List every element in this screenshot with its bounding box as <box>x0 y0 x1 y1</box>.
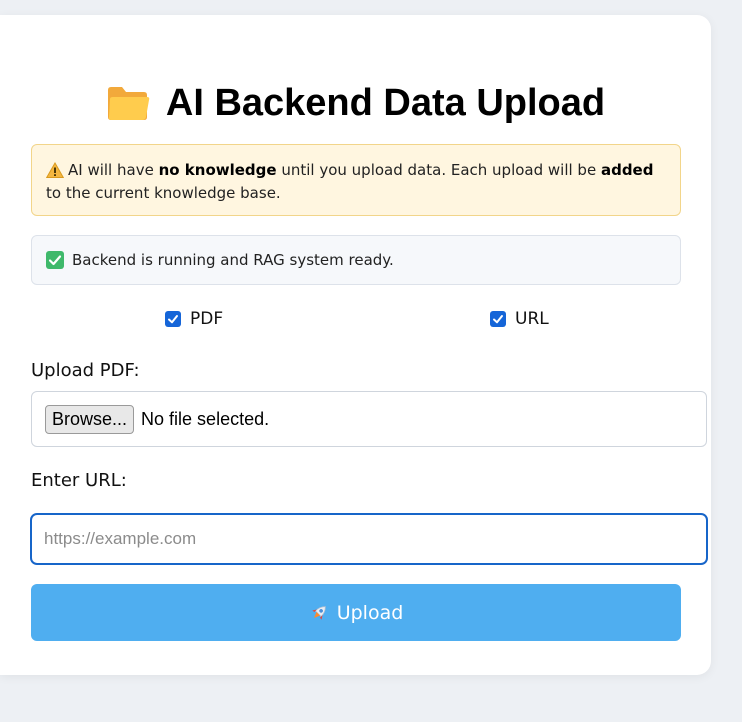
upload-button-label: Upload <box>336 601 404 624</box>
warning-text-3: to the current knowledge base. <box>46 184 281 202</box>
pdf-source-option[interactable]: PDF <box>165 309 223 329</box>
pdf-checkbox-label: PDF <box>190 309 224 329</box>
url-source-option[interactable]: URL <box>490 309 549 329</box>
warning-text-2: until you upload data. Each upload will … <box>276 161 601 179</box>
page-title: AI Backend Data Upload <box>0 77 711 129</box>
file-status-text: No file selected. <box>141 408 270 429</box>
pdf-file-input[interactable]: Browse... No file selected. <box>31 391 707 447</box>
rocket-icon <box>309 603 329 623</box>
url-input[interactable] <box>30 513 708 565</box>
url-checkbox-label: URL <box>515 309 549 329</box>
status-text: Backend is running and RAG system ready. <box>72 251 394 269</box>
warning-banner: AI will have no knowledge until you uplo… <box>31 144 681 216</box>
status-banner: Backend is running and RAG system ready. <box>31 235 681 285</box>
warning-bold-no-knowledge: no knowledge <box>158 161 277 179</box>
warning-text-1: AI will have <box>68 161 159 179</box>
check-mark-icon <box>46 251 64 269</box>
browse-button[interactable]: Browse... <box>45 404 135 434</box>
upload-card: AI Backend Data Upload AI will have no k… <box>0 15 711 675</box>
enter-url-label: Enter URL: <box>31 470 127 491</box>
upload-pdf-label: Upload PDF: <box>31 360 140 381</box>
upload-button[interactable]: Upload <box>31 584 681 641</box>
pdf-checkbox[interactable] <box>165 311 181 327</box>
warning-bold-added: added <box>600 161 654 179</box>
url-checkbox[interactable] <box>490 311 506 327</box>
page-title-text: AI Backend Data Upload <box>165 81 606 124</box>
folder-icon <box>106 84 150 122</box>
source-options: PDF URL <box>0 309 711 337</box>
warning-icon <box>45 161 65 180</box>
